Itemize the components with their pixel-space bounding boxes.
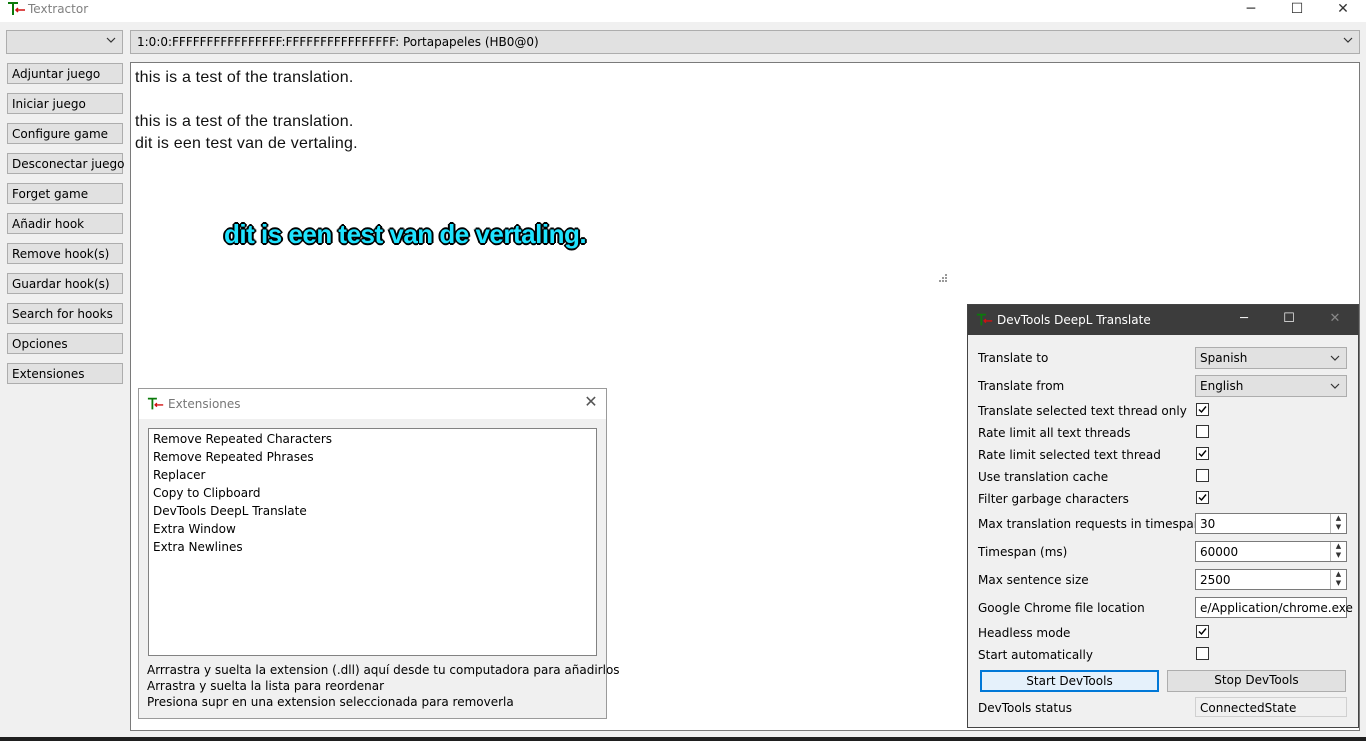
chevron-down-icon [106, 35, 116, 45]
headless-mode-checkbox[interactable] [1196, 625, 1209, 638]
spinner-label: Max sentence size [978, 573, 1089, 587]
chrome-location-label: Google Chrome file location [978, 601, 1145, 615]
chevron-down-icon [1343, 35, 1353, 45]
status-value: ConnectedState [1195, 697, 1347, 717]
list-item[interactable]: Copy to Clipboard [153, 486, 260, 500]
save-hooks-button[interactable]: Guardar hook(s) [7, 273, 123, 294]
close-icon[interactable]: ✕ [583, 394, 599, 410]
minimize-button[interactable]: ─ [1234, 310, 1254, 330]
window-title: Textractor [28, 2, 89, 16]
extensions-title: Extensiones [168, 397, 241, 411]
textractor-logo-icon [7, 1, 27, 17]
chrome-location-value: e/Application/chrome.exe [1200, 601, 1353, 615]
extensions-dialog: Extensiones ✕ Remove Repeated Characters… [138, 388, 620, 719]
translate-from-label: Translate from [978, 379, 1065, 393]
spinner-arrows-icon[interactable]: ▲ ▼ [1330, 542, 1346, 561]
checkbox-label: Headless mode [978, 626, 1071, 640]
translate-to-value: Spanish [1200, 351, 1248, 365]
timespan-value: 60000 [1200, 545, 1239, 559]
minimize-button[interactable]: ─ [1228, 0, 1274, 22]
deepl-translate-window: DevTools DeepL Translate ─ ☐ ✕ Translate… [967, 304, 1359, 728]
checkbox-label: Start automatically [978, 648, 1093, 662]
start-automatically-checkbox[interactable] [1196, 647, 1209, 660]
configure-game-button[interactable]: Configure game [7, 123, 123, 144]
chrome-location-input[interactable]: e/Application/chrome.exe [1195, 597, 1353, 618]
translate-to-label: Translate to [978, 351, 1049, 365]
help-text: Arrrastra y suelta la extension (.dll) a… [147, 663, 620, 677]
deepl-title: DevTools DeepL Translate [997, 313, 1151, 327]
text-line: this is a test of the translation. [135, 69, 354, 86]
status-label: DevTools status [978, 701, 1072, 715]
checkbox-label: Rate limit selected text thread [978, 448, 1161, 462]
textractor-logo-icon [147, 396, 165, 412]
text-line: dit is een test van de vertaling. [135, 135, 358, 152]
process-selector[interactable] [6, 30, 123, 54]
list-item[interactable]: Extra Newlines [153, 540, 243, 554]
timespan-input[interactable]: 60000 ▲ ▼ [1195, 541, 1347, 562]
translate-from-select[interactable]: English [1195, 375, 1347, 397]
resize-grip-icon[interactable] [938, 272, 948, 282]
thread-selector[interactable]: 1:0:0:FFFFFFFFFFFFFFFF:FFFFFFFFFFFFFFFF:… [130, 30, 1360, 54]
chevron-down-icon [1330, 353, 1340, 363]
close-button[interactable]: ✕ [1325, 310, 1345, 330]
list-item[interactable]: Replacer [153, 468, 205, 482]
thread-selector-value: 1:0:0:FFFFFFFFFFFFFFFF:FFFFFFFFFFFFFFFF:… [137, 35, 539, 49]
checkbox-label: Rate limit all text threads [978, 426, 1131, 440]
max-sentence-size-input[interactable]: 2500 ▲ ▼ [1195, 569, 1347, 590]
spinner-arrows-icon[interactable]: ▲ ▼ [1330, 570, 1346, 589]
close-button[interactable]: ✕ [1320, 0, 1366, 22]
list-item[interactable]: Remove Repeated Characters [153, 432, 332, 446]
title-bar [0, 0, 1366, 22]
checkbox-label: Filter garbage characters [978, 492, 1129, 506]
translate-to-select[interactable]: Spanish [1195, 347, 1347, 369]
filter-garbage-checkbox[interactable] [1196, 491, 1209, 504]
list-item[interactable]: Extra Window [153, 522, 236, 536]
rate-limit-all-checkbox[interactable] [1196, 425, 1209, 438]
forget-game-button[interactable]: Forget game [7, 183, 123, 204]
max-requests-value: 30 [1200, 517, 1216, 531]
options-button[interactable]: Opciones [7, 333, 123, 354]
remove-hooks-button[interactable]: Remove hook(s) [7, 243, 123, 264]
translate-selected-only-checkbox[interactable] [1196, 403, 1209, 416]
textractor-logo-icon [976, 312, 994, 328]
text-line: this is a test of the translation. [135, 113, 354, 130]
use-cache-checkbox[interactable] [1196, 469, 1209, 482]
rate-limit-selected-checkbox[interactable] [1196, 447, 1209, 460]
overlay-translation-text: dit is een test van de vertaling. [224, 219, 587, 249]
list-item[interactable]: DevTools DeepL Translate [153, 504, 307, 518]
extensions-button[interactable]: Extensiones [7, 363, 123, 384]
translate-from-value: English [1200, 379, 1244, 393]
spinner-label: Timespan (ms) [978, 545, 1068, 559]
attach-game-button[interactable]: Adjuntar juego [7, 63, 123, 84]
list-item[interactable]: Remove Repeated Phrases [153, 450, 314, 464]
taskbar-edge [0, 737, 1366, 741]
help-text: Arrastra y suelta la lista para reordena… [147, 679, 385, 693]
max-requests-input[interactable]: 30 ▲ ▼ [1195, 513, 1347, 534]
start-devtools-button[interactable]: Start DevTools [980, 670, 1159, 692]
max-sentence-size-value: 2500 [1200, 573, 1231, 587]
extensions-list[interactable]: Remove Repeated Characters Remove Repeat… [148, 428, 597, 656]
detach-game-button[interactable]: Desconectar juego [7, 153, 125, 174]
maximize-button[interactable]: ☐ [1274, 0, 1320, 22]
add-hook-button[interactable]: Añadir hook [7, 213, 123, 234]
stop-devtools-button[interactable]: Stop DevTools [1167, 670, 1346, 692]
spinner-arrows-icon[interactable]: ▲ ▼ [1330, 514, 1346, 533]
search-hooks-button[interactable]: Search for hooks [7, 303, 123, 324]
checkbox-label: Translate selected text thread only [978, 404, 1187, 418]
chevron-down-icon [1330, 381, 1340, 391]
checkbox-label: Use translation cache [978, 470, 1109, 484]
launch-game-button[interactable]: Iniciar juego [7, 93, 123, 114]
spinner-label: Max translation requests in timespan [978, 517, 1202, 531]
help-text: Presiona supr en una extension seleccion… [147, 695, 514, 709]
maximize-button[interactable]: ☐ [1279, 310, 1299, 330]
